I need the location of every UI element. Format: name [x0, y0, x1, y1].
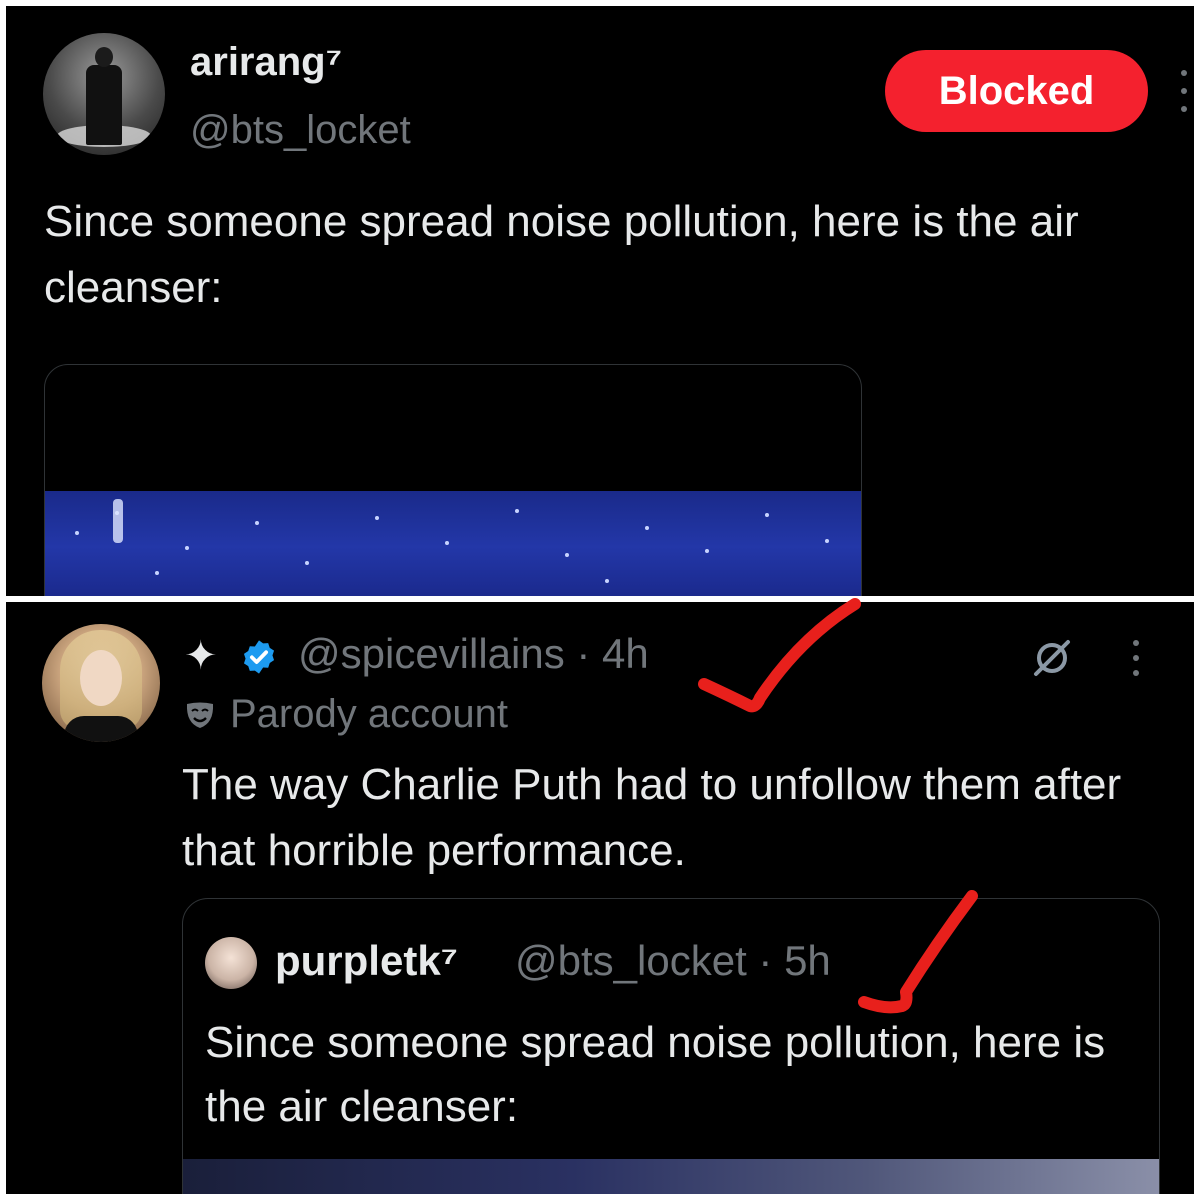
- quoted-handle-timestamp[interactable]: @bts_locket · 5h: [515, 937, 831, 985]
- avatar[interactable]: [43, 33, 165, 155]
- tweet-media[interactable]: [44, 364, 862, 596]
- more-vertical-icon[interactable]: [1177, 66, 1191, 116]
- verified-badge-icon: [243, 640, 275, 674]
- quoted-avatar[interactable]: [205, 937, 257, 989]
- quoted-display-name[interactable]: purpletk⁷: [275, 937, 458, 985]
- user-handle[interactable]: @bts_locket: [190, 108, 411, 153]
- quoted-tweet-text: Since someone spread noise pollution, he…: [205, 1018, 1118, 1131]
- grok-icon[interactable]: [1030, 636, 1074, 680]
- blocked-button[interactable]: Blocked: [885, 50, 1148, 132]
- tweet-text: The way Charlie Puth had to unfollow the…: [182, 760, 1134, 875]
- tweet-text: Since someone spread noise pollution, he…: [44, 197, 1091, 312]
- bottom-tweet-panel: ✦ @spicevillains · 4h Parody account The…: [6, 602, 1194, 1194]
- quoted-tweet[interactable]: purpletk⁷ @bts_locket · 5h Since someone…: [182, 898, 1160, 1194]
- parody-label: Parody account: [184, 692, 508, 737]
- sparkle-icon: ✦: [184, 634, 218, 678]
- avatar-figure: [86, 65, 122, 145]
- quoted-tweet-media[interactable]: [183, 1159, 1159, 1194]
- user-handle-timestamp[interactable]: @spicevillains · 4h: [298, 630, 649, 678]
- display-name[interactable]: arirang⁷: [190, 40, 342, 85]
- mask-icon: [186, 702, 214, 728]
- avatar-dress: [64, 716, 138, 742]
- top-tweet-panel: arirang⁷ @bts_locket Blocked Since someo…: [6, 6, 1194, 596]
- avatar[interactable]: [42, 624, 160, 742]
- parody-label-text: Parody account: [230, 692, 508, 736]
- concert-stage-image: [45, 491, 861, 596]
- avatar-face: [80, 650, 122, 706]
- more-vertical-icon[interactable]: [1129, 636, 1143, 680]
- avatar-figure-head: [95, 47, 113, 67]
